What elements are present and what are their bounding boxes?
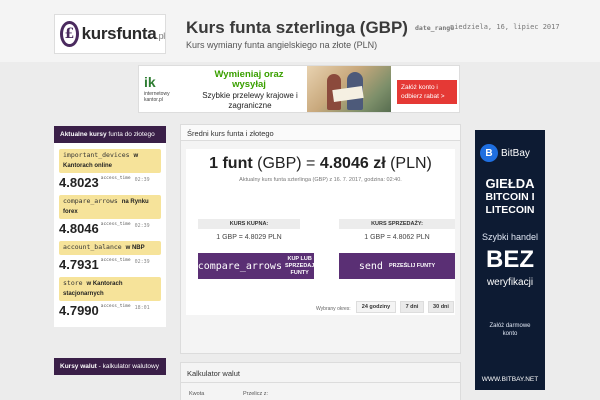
buy-rate-heading: KURS KUPNA:: [198, 219, 300, 229]
rate-time: 18:01: [134, 305, 150, 311]
amount-label: Kwota: [189, 391, 205, 397]
send-icon: send: [358, 260, 383, 272]
store-icon: store: [63, 279, 83, 287]
sidebar-heading-currencies: Kursy walut - kalkulator walutowy: [54, 358, 166, 375]
rate-tag: compare_arrows na Rynku forex: [59, 195, 161, 219]
ad-banner-kantor[interactable]: ik internetowy kantor.pl Wymieniaj oraz …: [138, 65, 460, 113]
pound-coin-icon: £: [60, 21, 79, 47]
access-time-icon: access_time: [100, 258, 131, 263]
page-subtitle: Kurs wymiany funta angielskiego na złote…: [186, 40, 378, 50]
rate-item-nbp[interactable]: account_balance w NBP 4.7931 access_time 0…: [59, 241, 161, 274]
period-label: Wybrany okres:: [316, 306, 351, 312]
panel-title: Średni kurs funta i złotego: [181, 125, 460, 141]
account-balance-icon: account_balance: [63, 243, 122, 251]
ad-line: GIEŁDA: [485, 176, 535, 191]
ad-line: Załóż darmowe konto: [489, 323, 531, 337]
ad-bitbay[interactable]: B BitBay GIEŁDA BITCOIN I LITECOIN Szybk…: [475, 130, 545, 390]
rate-list: important_devices w Kantorach online 4.8…: [54, 143, 166, 327]
access-time-icon: access_time: [100, 304, 131, 309]
important-devices-icon: important_devices: [63, 151, 130, 159]
rate-time: 02:39: [134, 177, 150, 183]
rate-tag: account_balance w NBP: [59, 241, 161, 255]
logo-text: kursfunta.pl: [81, 24, 166, 43]
period-24h-button[interactable]: 24 godziny: [356, 301, 396, 313]
send-money-button[interactable]: send PRZEŚLIJ FUNTY: [339, 253, 455, 279]
ad-url: WWW.BITBAY.NET: [481, 376, 539, 383]
ad-line: BITCOIN I: [485, 191, 535, 203]
calculator-title: Kalkulator walut: [181, 363, 460, 383]
buy-rate-value: 1 GBP = 4.8029 PLN: [216, 234, 282, 241]
rate-caption: Aktualny kurs funta szterlinga (GBP) z 1…: [239, 177, 402, 183]
period-30d-button[interactable]: 30 dni: [428, 301, 454, 313]
page-title: Kurs funta szterlinga (GBP): [186, 18, 408, 37]
rate-value: 4.8023: [59, 175, 99, 190]
rate-value: 4.8046: [59, 221, 99, 236]
access-time-icon: access_time: [100, 176, 131, 181]
current-date: niedziela, 16, lipiec 2017: [450, 23, 560, 31]
rate-time: 02:39: [134, 223, 150, 229]
ik-logo-subtitle: internetowy kantor.pl: [144, 91, 170, 103]
sell-rate-value: 1 GBP = 4.8062 PLN: [364, 234, 430, 241]
rate-value: 4.7931: [59, 257, 99, 272]
banner-headline: Wymieniaj oraz wysyłaj: [214, 69, 284, 90]
bitbay-logo: B BitBay: [480, 144, 530, 162]
average-rate-panel: Średni kurs funta i złotego 1 funt (GBP)…: [180, 124, 461, 354]
rate-item-online[interactable]: important_devices w Kantorach online 4.8…: [59, 149, 161, 192]
sell-rate-heading: KURS SPRZEDAŻY:: [339, 219, 455, 229]
buy-sell-button[interactable]: compare_arrows KUP LUB SPRZEDAJ FUNTY: [198, 253, 314, 279]
rate-card: 1 funt (GBP) = 4.8046 zł (PLN) Aktualny …: [186, 149, 455, 315]
sidebar-rates: Aktualne kursy funta do złotego importan…: [54, 126, 166, 327]
ad-line: weryfikacji: [486, 277, 534, 288]
main-rate: 1 funt (GBP) = 4.8046 zł (PLN): [209, 155, 432, 172]
banner-cta-button[interactable]: Załóż konto i odbierz rabat >: [397, 80, 457, 104]
rate-tag: important_devices w Kantorach online: [59, 149, 161, 173]
rate-item-stationary[interactable]: store w Kantorach stacjonarnych 4.7990 ac…: [59, 277, 161, 320]
rate-value: 4.7990: [59, 303, 99, 318]
sidebar-heading: Aktualne kursy funta do złotego: [54, 126, 166, 143]
ik-logo: ik: [144, 74, 156, 90]
site-logo[interactable]: £ kursfunta.pl: [54, 14, 166, 54]
rate-time: 02:39: [134, 259, 150, 265]
ad-line: LITECOIN: [485, 204, 535, 216]
date-range-icon: date_range: [415, 24, 455, 32]
convert-from-label: Przelicz z:: [243, 391, 269, 397]
rate-item-forex[interactable]: compare_arrows na Rynku forex 4.8046 acce…: [59, 195, 161, 238]
page-header: £ kursfunta.pl Kurs funta szterlinga (GB…: [0, 0, 600, 62]
ad-line: Szybki handel: [481, 232, 539, 242]
period-7d-button[interactable]: 7 dni: [400, 301, 424, 313]
ad-line: BEZ: [486, 246, 534, 273]
compare-arrows-icon: compare_arrows: [63, 197, 118, 205]
sidebar-currencies: Kursy walut - kalkulator walutowy: [54, 358, 166, 375]
compare-arrows-icon: compare_arrows: [197, 260, 282, 272]
currency-calculator: Kalkulator walut Kwota Przelicz z:: [180, 362, 461, 400]
rate-tag: store w Kantorach stacjonarnych: [59, 277, 161, 301]
access-time-icon: access_time: [100, 222, 131, 227]
banner-photo: [307, 66, 391, 112]
bitbay-b-icon: B: [480, 144, 498, 162]
banner-subline: Szybkie przelewy krajowe i zagraniczne: [202, 91, 298, 110]
